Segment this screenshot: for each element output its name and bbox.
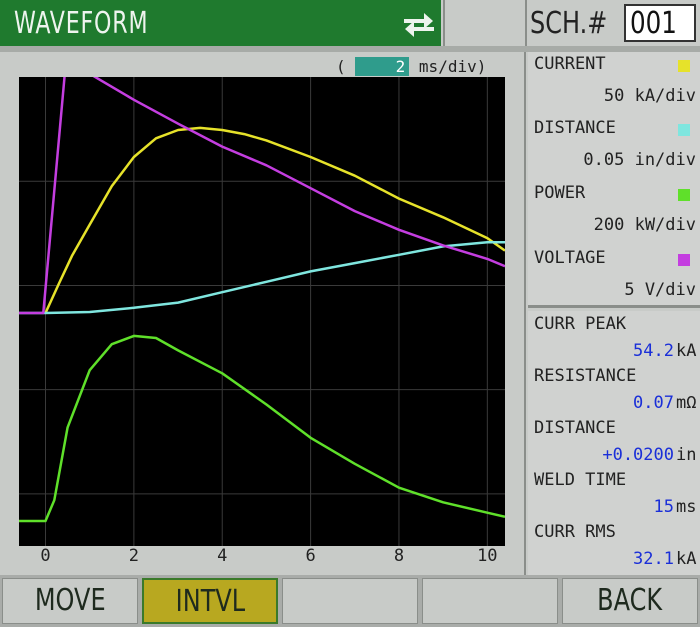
readout-unit: mΩ xyxy=(676,393,697,413)
waveform-svg xyxy=(19,41,506,546)
series-line-distance xyxy=(19,241,505,315)
readout-label: RESISTANCE xyxy=(534,366,637,386)
x-tick-label: 0 xyxy=(40,546,51,566)
readout-unit: ms xyxy=(676,497,697,517)
readout-value: 54.2 xyxy=(633,341,674,361)
measurements-panel: CURR PEAK 54.2 kA RESISTANCE 0.07 mΩ DIS… xyxy=(528,311,700,575)
channel-scale: 200 kW/div xyxy=(593,215,696,235)
empty-tab xyxy=(443,0,523,46)
timebase-unit: ms/div) xyxy=(418,57,487,76)
readout-value: 32.1 xyxy=(633,549,674,569)
channel-color-swatch xyxy=(678,60,690,72)
channel-color-swatch xyxy=(678,124,690,136)
softkey-4[interactable] xyxy=(422,578,558,624)
softkey-3[interactable] xyxy=(282,578,418,624)
swap-arrows-icon[interactable] xyxy=(402,10,436,38)
waveform-plot xyxy=(19,41,506,546)
move-softkey[interactable]: MOVE xyxy=(2,578,138,624)
readout-label: CURR PEAK xyxy=(534,314,627,334)
timebase-open: ( xyxy=(336,57,346,76)
interval-softkey[interactable]: INTVL xyxy=(142,578,278,624)
channel-name: VOLTAGE xyxy=(534,248,606,268)
timebase-value[interactable]: 2 xyxy=(355,57,410,76)
x-tick-label: 4 xyxy=(217,546,228,566)
x-tick-label: 6 xyxy=(305,546,316,566)
channel-scale: 5 V/div xyxy=(624,280,696,300)
channel-name: CURRENT xyxy=(534,54,606,74)
channel-color-swatch xyxy=(678,254,690,266)
channel-scales-panel: CURRENT 50 kA/div DISTANCE 0.05 in/div P… xyxy=(528,52,700,308)
x-tick-label: 8 xyxy=(393,546,405,566)
channel-scale: 0.05 in/div xyxy=(583,150,696,170)
x-tick-label: 2 xyxy=(128,546,139,566)
x-axis-ticks: 0 2 4 6 8 10 xyxy=(19,546,505,570)
readout-label: DISTANCE xyxy=(534,418,616,438)
schedule-number: 001 xyxy=(630,6,677,41)
readout-unit: in xyxy=(676,445,697,465)
readout-value: 15 xyxy=(653,497,674,517)
readout-value: +0.0200 xyxy=(602,445,674,465)
series-line-voltage xyxy=(19,41,506,315)
readout-unit: kA xyxy=(676,549,697,569)
readout-label: CURR RMS xyxy=(534,522,616,542)
x-tick-label: 10 xyxy=(477,546,498,566)
readout-value: 0.07 xyxy=(633,393,674,413)
channel-color-swatch xyxy=(678,189,690,201)
schedule-label: SCH.# xyxy=(530,6,608,41)
screen-title: WAVEFORM xyxy=(14,6,149,41)
channel-name: POWER xyxy=(534,183,586,203)
readout-unit: kA xyxy=(676,341,697,361)
back-softkey[interactable]: BACK xyxy=(562,578,698,624)
channel-scale: 50 kA/div xyxy=(603,86,696,106)
timebase-readout: ( 2 ms/div) xyxy=(336,57,486,76)
series-line-power xyxy=(19,334,506,523)
readout-label: WELD TIME xyxy=(534,470,627,490)
channel-name: DISTANCE xyxy=(534,118,616,138)
